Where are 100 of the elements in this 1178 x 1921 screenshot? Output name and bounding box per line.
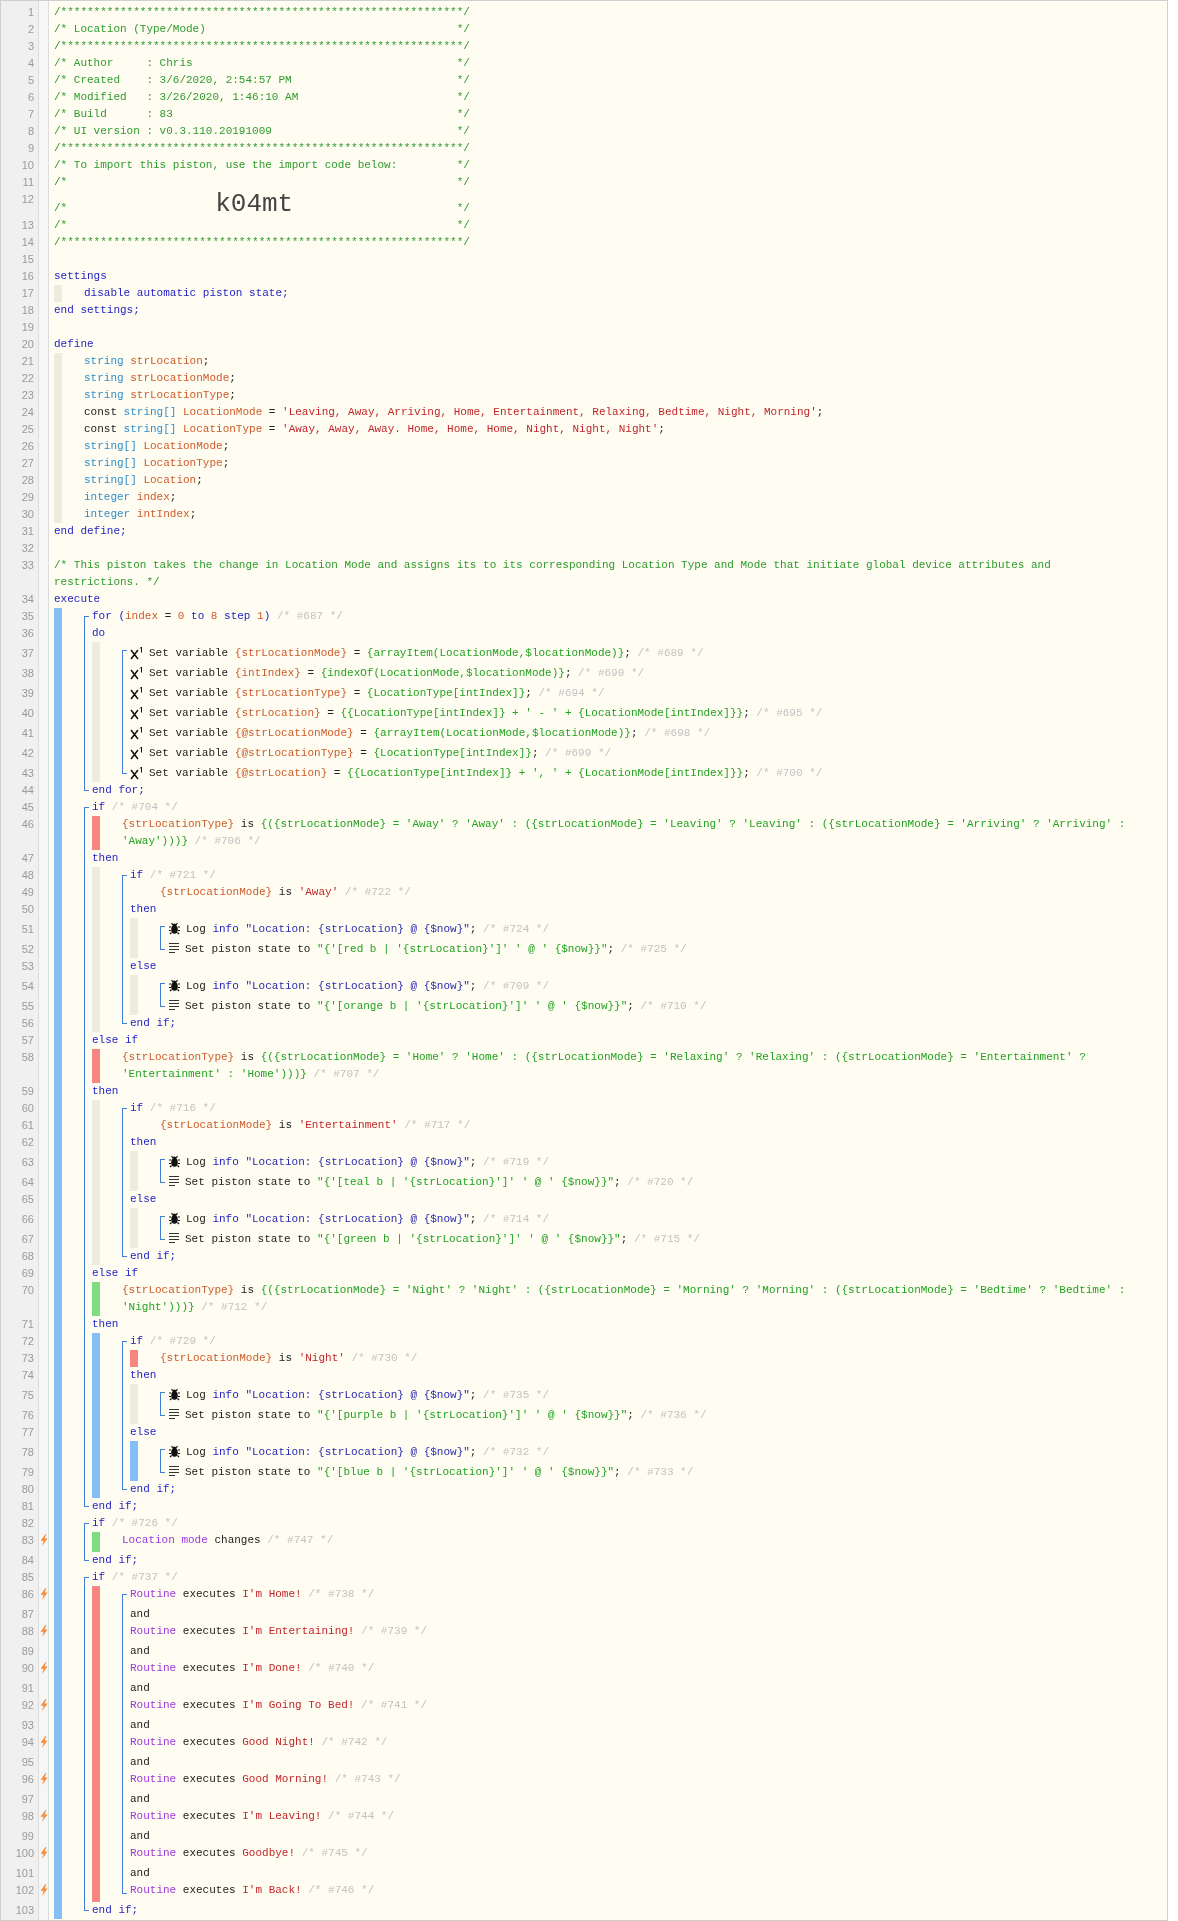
line-number: 72 bbox=[20, 1334, 35, 1349]
line-number: 90 bbox=[20, 1661, 35, 1676]
code-line: and bbox=[130, 1792, 150, 1807]
line-number: 96 bbox=[20, 1772, 35, 1787]
line-number: 59 bbox=[20, 1084, 35, 1099]
line-number: 43 bbox=[20, 766, 35, 781]
code-line: integer intIndex; bbox=[84, 507, 197, 522]
list-icon bbox=[168, 999, 180, 1011]
code-line: const string[] LocationMode = 'Leaving, Away, Arriving, Home, Entertainment, Relaxing, Bedtime, Night, Morning'; bbox=[84, 405, 824, 420]
line-number: 67 bbox=[20, 1232, 35, 1247]
code-line: {strLocationType} is {({strLocationMode} = 'Home' ? 'Home' : ({strLocationMode} = 'Relaxing' ? 'Relaxing' : ({strLocationMode} = 'Entertainment' ? 'Entertainment' : 'Home')))} /* #707 */ bbox=[122, 1050, 1087, 1082]
bug-icon bbox=[168, 1155, 181, 1168]
line-number: 63 bbox=[20, 1155, 35, 1170]
code-line: /*************************************************************/ bbox=[54, 5, 470, 20]
line-number: 75 bbox=[20, 1388, 35, 1403]
code-line: end if; bbox=[130, 1249, 177, 1264]
line-number: 94 bbox=[20, 1735, 35, 1750]
code-line: Set piston state to "{'[orange b | '{strLocation}']' ' @ ' {$now}}"; /* #710 */ bbox=[185, 999, 707, 1014]
line-number: 95 bbox=[20, 1755, 35, 1770]
line-number: 22 bbox=[20, 371, 35, 386]
code-line: /* This piston takes the change in Location Mode and assigns its to its corresponding Location Type and Mode that initiate global device attributes and restrictions. */ bbox=[54, 558, 1052, 590]
line-number: 58 bbox=[20, 1050, 35, 1065]
code-line: and bbox=[130, 1644, 150, 1659]
code-line: end if; bbox=[130, 1482, 177, 1497]
line-number: 31 bbox=[20, 524, 35, 539]
code-line: Log info "Location: {strLocation} @ {$now}"; /* #735 */ bbox=[186, 1388, 550, 1403]
line-number: 41 bbox=[20, 726, 35, 741]
code-line: string strLocationMode; bbox=[84, 371, 236, 386]
code-line: /* Author : Chris */ bbox=[54, 56, 470, 71]
code-line: do bbox=[92, 626, 106, 641]
line-number: 99 bbox=[20, 1829, 35, 1844]
line-number: 11 bbox=[21, 175, 35, 190]
line-number: 18 bbox=[20, 303, 35, 318]
code-line: else bbox=[130, 959, 157, 974]
code-line: Set variable {@strLocationType} = {LocationType[intIndex]}; /* #699 */ bbox=[149, 746, 612, 761]
list-icon bbox=[168, 1175, 180, 1187]
code-line: end if; bbox=[92, 1553, 139, 1568]
code-line: for (index = 0 to 8 step 1) /* #687 */ bbox=[92, 609, 343, 624]
line-number: 78 bbox=[20, 1445, 35, 1460]
code-line: {strLocationType} is {({strLocationMode} = 'Night' ? 'Night' : ({strLocationMode} = 'Morning' ? 'Morning' : ({strLocationMode} = 'Bedtime' ? 'Bedtime' : 'Night')))} /* #712 */ bbox=[122, 1283, 1127, 1315]
code-line: /*************************************************************/ bbox=[54, 235, 470, 250]
line-number: 30 bbox=[20, 507, 35, 522]
code-line: /* Build : 83 */ bbox=[54, 107, 470, 122]
line-number: 83 bbox=[20, 1533, 35, 1548]
code-line: Routine executes I'm Done! /* #740 */ bbox=[130, 1661, 375, 1676]
line-number: 81 bbox=[20, 1499, 35, 1514]
code-line: and bbox=[130, 1755, 150, 1770]
list-icon bbox=[168, 1465, 180, 1477]
code-line: Log info "Location: {strLocation} @ {$now}"; /* #719 */ bbox=[186, 1155, 550, 1170]
code-line: /* */ bbox=[54, 175, 470, 190]
line-number: 48 bbox=[20, 868, 35, 883]
code-line: Set piston state to "{'[teal b | '{strLocation}']' ' @ ' {$now}}"; /* #720 */ bbox=[185, 1175, 694, 1190]
code-line: Log info "Location: {strLocation} @ {$now}"; /* #714 */ bbox=[186, 1212, 550, 1227]
line-number: 87 bbox=[20, 1607, 35, 1622]
code-line: if /* #704 */ bbox=[92, 800, 178, 815]
line-number: 70 bbox=[20, 1283, 35, 1298]
code-line: else if bbox=[92, 1033, 139, 1048]
line-number: 52 bbox=[20, 942, 35, 957]
code-line: then bbox=[92, 851, 119, 866]
x-icon bbox=[130, 706, 144, 720]
code-line: Routine executes I'm Back! /* #746 */ bbox=[130, 1883, 375, 1898]
line-number: 65 bbox=[20, 1192, 35, 1207]
code-line: Location mode changes /* #747 */ bbox=[122, 1533, 334, 1548]
line-number: 102 bbox=[14, 1883, 35, 1898]
bug-icon bbox=[168, 1388, 181, 1401]
code-line: Set piston state to "{'[green b | '{strLocation}']' ' @ ' {$now}}"; /* #715 */ bbox=[185, 1232, 700, 1247]
code-line: end for; bbox=[92, 783, 145, 798]
code-line: execute bbox=[54, 592, 101, 607]
code-line: /* To import this piston, use the import code below: */ bbox=[54, 158, 470, 173]
line-number: 88 bbox=[20, 1624, 35, 1639]
code-line: Set piston state to "{'[purple b | '{strLocation}']' ' @ ' {$now}}"; /* #736 */ bbox=[185, 1408, 707, 1423]
code-line: Routine executes I'm Going To Bed! /* #741 */ bbox=[130, 1698, 428, 1713]
line-number: 15 bbox=[20, 252, 35, 267]
code-line: else bbox=[130, 1425, 157, 1440]
code-line: else bbox=[130, 1192, 157, 1207]
code-line: {strLocationType} is {({strLocationMode} = 'Away' ? 'Away' : ({strLocationMode} = 'Leaving' ? 'Leaving' : ({strLocationMode} = 'Arriving' ? 'Arriving' : 'Away')))} /* #706 */ bbox=[122, 817, 1127, 849]
line-number: 54 bbox=[20, 979, 35, 994]
line-number: 35 bbox=[20, 609, 35, 624]
line-number: 29 bbox=[20, 490, 35, 505]
line-number: 51 bbox=[20, 922, 35, 937]
line-number: 57 bbox=[20, 1033, 35, 1048]
code-line: then bbox=[130, 1135, 157, 1150]
code-line: end if; bbox=[130, 1016, 177, 1031]
line-number: 84 bbox=[20, 1553, 35, 1568]
line-number: 13 bbox=[20, 218, 35, 233]
code-line: if /* #737 */ bbox=[92, 1570, 178, 1585]
code-line: Set variable {strLocationType} = {LocationType[intIndex]}; /* #694 */ bbox=[149, 686, 605, 701]
code-line: and bbox=[130, 1866, 150, 1881]
code-line: end settings; bbox=[54, 303, 140, 318]
line-number: 68 bbox=[20, 1249, 35, 1264]
code-line: /* Modified : 3/26/2020, 1:46:10 AM */ bbox=[54, 90, 470, 105]
list-icon bbox=[168, 942, 180, 954]
x-icon bbox=[130, 766, 144, 780]
code-line: /* */ bbox=[54, 218, 470, 233]
code-line: {strLocationMode} is 'Night' /* #730 */ bbox=[160, 1351, 418, 1366]
code-line: Log info "Location: {strLocation} @ {$now}"; /* #724 */ bbox=[186, 922, 550, 937]
code-line: end define; bbox=[54, 524, 127, 539]
code-line: Log info "Location: {strLocation} @ {$now}"; /* #732 */ bbox=[186, 1445, 550, 1460]
code-line: end if; bbox=[92, 1499, 139, 1514]
line-number: 69 bbox=[20, 1266, 35, 1281]
